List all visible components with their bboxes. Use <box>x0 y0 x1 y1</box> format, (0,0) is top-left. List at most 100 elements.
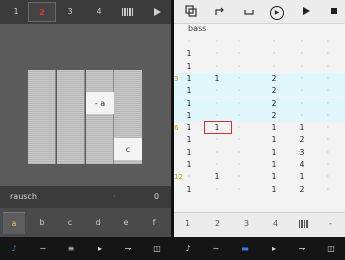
empty-cell[interactable]: · <box>234 98 244 110</box>
record-icon[interactable]: ▶ <box>268 4 286 20</box>
sequencer-cell[interactable]: · <box>208 110 226 122</box>
play-icon[interactable]: ▸ <box>92 241 108 256</box>
route-icon[interactable]: ⇁ <box>294 241 310 256</box>
empty-cell[interactable]: · <box>234 171 244 183</box>
sequencer-cell[interactable]: 2 <box>295 134 309 146</box>
sequencer-row[interactable]: 1 · 1 2 · · <box>174 134 345 146</box>
sequencer-cell[interactable]: 2 <box>266 73 282 85</box>
sequencer-cell[interactable]: 1 <box>182 48 196 60</box>
stop-icon[interactable] <box>325 4 343 20</box>
footer-item-2[interactable]: 2 <box>215 219 220 228</box>
empty-cell[interactable]: · <box>323 184 333 196</box>
sequencer-cell[interactable]: · <box>208 85 226 97</box>
empty-cell[interactable]: · <box>234 134 244 146</box>
sequencer-cell[interactable]: 1 <box>208 171 226 183</box>
empty-cell[interactable]: · <box>234 73 244 85</box>
window-icon[interactable]: ◫ <box>149 241 165 256</box>
sequencer-cell[interactable]: · <box>295 98 309 110</box>
wave-icon[interactable]: ∼ <box>208 241 224 256</box>
empty-cell[interactable]: · <box>234 48 244 60</box>
note-icon[interactable]: ♪ <box>6 241 22 256</box>
sequencer-cell[interactable]: 1 <box>182 73 196 85</box>
sequencer-cell[interactable]: · <box>208 159 226 171</box>
sequencer-cell[interactable]: 1 <box>266 159 282 171</box>
tile-a[interactable]: - a <box>86 92 114 114</box>
sequencer-row[interactable]: 1 · · · · · <box>174 61 345 73</box>
sequencer-row[interactable]: 1 · 1 3 · · <box>174 147 345 159</box>
key-e[interactable]: e <box>115 212 137 234</box>
footer-item-3[interactable]: 3 <box>244 219 249 228</box>
empty-cell[interactable]: · <box>323 48 333 60</box>
sequencer-cell[interactable]: 1 <box>266 122 282 134</box>
sequencer-row[interactable]: 1 · 2 · · · <box>174 109 345 123</box>
sequencer-cell[interactable]: · <box>182 171 196 183</box>
sequencer-cell[interactable]: · <box>208 147 226 159</box>
empty-cell[interactable]: · <box>323 110 333 122</box>
play-icon[interactable]: ▸ <box>266 241 282 256</box>
return-icon[interactable] <box>240 4 258 20</box>
sequencer-cell[interactable]: · <box>208 134 226 146</box>
sequencer-cell[interactable]: 2 <box>266 98 282 110</box>
grid-column[interactable] <box>28 70 56 164</box>
copy-icon[interactable] <box>182 4 200 20</box>
key-f[interactable]: f <box>143 212 165 234</box>
footer-item-4[interactable]: 4 <box>273 219 278 228</box>
sequencer-cell[interactable]: · <box>266 48 282 60</box>
key-b[interactable]: b <box>31 212 53 234</box>
sequencer-row[interactable]: 12 · 1 1 1 · · <box>174 171 345 183</box>
sequencer-cell[interactable]: 1 <box>182 159 196 171</box>
sequencer-cell[interactable]: · <box>208 36 226 48</box>
sequencer-cell[interactable]: 1 <box>182 184 196 196</box>
sequencer-row[interactable]: 1 · 1 4 · · <box>174 159 345 171</box>
sequencer-cell[interactable]: · <box>182 36 196 48</box>
empty-cell[interactable]: · <box>323 36 333 48</box>
tile-c[interactable]: c <box>114 138 142 160</box>
sequencer-cell[interactable]: 3 <box>295 147 309 159</box>
sequencer-cell[interactable]: 1 <box>182 134 196 146</box>
empty-cell[interactable]: · <box>323 61 333 73</box>
key-c[interactable]: c <box>59 212 81 234</box>
sequencer-cell[interactable]: 1 <box>182 61 196 73</box>
empty-cell[interactable]: · <box>234 122 244 134</box>
sequencer-row[interactable]: 1 · 2 · · · <box>174 97 345 110</box>
sequencer-cell[interactable]: · <box>208 98 226 110</box>
empty-cell[interactable]: · <box>234 110 244 122</box>
footer-barcode-icon[interactable] <box>298 218 310 232</box>
route-icon[interactable]: ⇁ <box>120 241 136 256</box>
sequencer-cell[interactable]: 4 <box>295 159 309 171</box>
sequencer-cell[interactable]: 2 <box>266 110 282 122</box>
sequencer-row[interactable]: 1 · 2 · · · <box>174 85 345 98</box>
play-icon[interactable] <box>297 4 315 20</box>
sequencer-cell[interactable]: · <box>266 36 282 48</box>
sequencer-cell[interactable]: 2 <box>295 184 309 196</box>
sequencer-row[interactable]: 1 · · · · · <box>174 48 345 60</box>
wave-icon[interactable]: ∼ <box>35 241 51 256</box>
list-icon[interactable]: ▬ <box>237 241 253 256</box>
sequencer-cell[interactable]: · <box>295 73 309 85</box>
tab-4[interactable]: 4 <box>85 2 113 22</box>
empty-cell[interactable]: · <box>323 73 333 85</box>
empty-cell[interactable]: · <box>234 36 244 48</box>
sequencer-cell[interactable]: 1 <box>266 147 282 159</box>
play-icon[interactable] <box>150 5 164 19</box>
empty-cell[interactable]: · <box>323 159 333 171</box>
grid-column[interactable] <box>57 70 85 164</box>
list-icon[interactable]: ≡ <box>63 241 79 256</box>
sequencer-cell[interactable]: 1 <box>182 85 196 97</box>
sequencer-cell[interactable]: 1 <box>266 134 282 146</box>
sequencer-cell[interactable]: · <box>295 36 309 48</box>
window-icon[interactable]: ◫ <box>323 241 339 256</box>
sequencer-cell[interactable]: 1 <box>182 147 196 159</box>
empty-cell[interactable]: · <box>323 147 333 159</box>
empty-cell[interactable]: · <box>323 85 333 97</box>
empty-cell[interactable]: · <box>323 98 333 110</box>
sequencer-cell[interactable]: · <box>208 61 226 73</box>
key-a[interactable]: a <box>3 212 25 234</box>
pattern-grid[interactable]: - a c <box>28 70 142 164</box>
sequencer-cell[interactable]: · <box>295 110 309 122</box>
sequencer-row[interactable]: 1 · 1 2 · · <box>174 184 345 196</box>
sequencer-cell[interactable]: 2 <box>266 85 282 97</box>
sequencer-row[interactable]: 3 1 1 2 · · · <box>174 72 345 86</box>
sequencer-cell[interactable]: · <box>295 48 309 60</box>
empty-cell[interactable]: · <box>234 61 244 73</box>
